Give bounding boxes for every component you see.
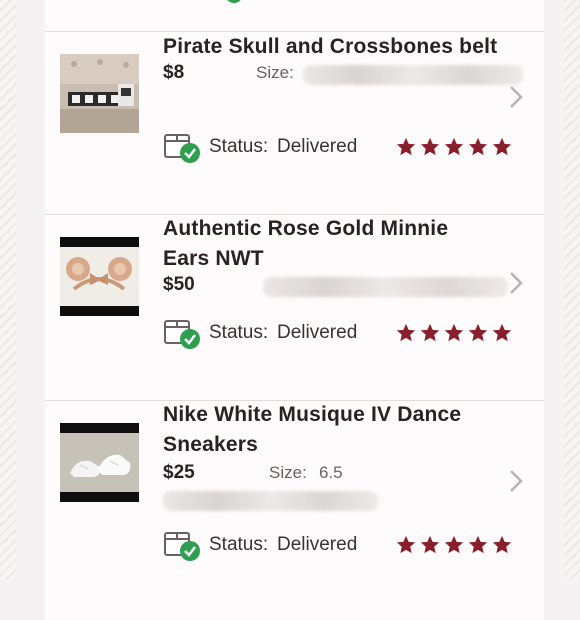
- list-item[interactable]: Nike White Musique IV Dance Sneakers $25…: [45, 401, 544, 601]
- size-label: Size:: [256, 63, 294, 82]
- star-icon: [420, 137, 440, 156]
- status-value: Delivered: [277, 136, 358, 157]
- status-value: Delivered: [277, 322, 358, 343]
- status-value: Delivered: [277, 534, 358, 555]
- status-label: Status:: [209, 136, 269, 157]
- chevron-right-icon[interactable]: [506, 270, 526, 296]
- rating-stars: [395, 322, 513, 344]
- star-icon: [396, 535, 416, 554]
- right-pattern-strip: [564, 0, 580, 580]
- belt-photo[interactable]: [60, 54, 139, 133]
- list-item[interactable]: Pirate Skull and Crossbones belt $8 Size…: [45, 32, 544, 215]
- star-icon: [420, 323, 440, 342]
- star-icon: [396, 323, 416, 342]
- purchases-list: Pirate Skull and Crossbones belt $8 Size…: [45, 0, 544, 620]
- star-icon: [468, 137, 488, 156]
- item-price: $8: [163, 62, 185, 83]
- size-label: Size:: [269, 463, 307, 482]
- blurred-text: [303, 65, 523, 85]
- star-icon: [444, 535, 464, 554]
- star-icon: [492, 535, 512, 554]
- package-delivered-icon: [164, 532, 200, 561]
- item-price: $50: [163, 274, 195, 295]
- rating-stars: [395, 534, 513, 556]
- list-item[interactable]: Authentic Rose Gold Minnie Ears NWT $50 …: [45, 215, 544, 401]
- star-icon: [444, 323, 464, 342]
- item-price: $25: [163, 462, 195, 483]
- blurred-text: [263, 277, 508, 297]
- package-delivered-icon: [164, 320, 200, 349]
- item-title[interactable]: Nike White Musique IV Dance Sneakers: [163, 400, 523, 460]
- minnie-ears-photo[interactable]: [60, 237, 139, 316]
- star-icon: [468, 323, 488, 342]
- star-icon: [444, 137, 464, 156]
- item-title[interactable]: Authentic Rose Gold Minnie Ears NWT: [163, 214, 523, 274]
- status-label: Status:: [209, 534, 269, 555]
- package-delivered-icon: [164, 134, 200, 163]
- rating-stars: [395, 136, 513, 158]
- chevron-right-icon[interactable]: [506, 468, 526, 494]
- item-title[interactable]: Pirate Skull and Crossbones belt: [163, 32, 523, 62]
- star-icon: [468, 535, 488, 554]
- star-icon: [396, 137, 416, 156]
- left-pattern-strip: [0, 0, 16, 580]
- chevron-right-icon[interactable]: [506, 84, 526, 110]
- status-label: Status:: [209, 322, 269, 343]
- blurred-text: [163, 491, 378, 511]
- size-value: 6.5: [319, 463, 343, 482]
- star-icon: [492, 137, 512, 156]
- star-icon: [492, 323, 512, 342]
- star-icon: [420, 535, 440, 554]
- check-icon: [225, 0, 243, 3]
- sneakers-photo[interactable]: [60, 423, 139, 502]
